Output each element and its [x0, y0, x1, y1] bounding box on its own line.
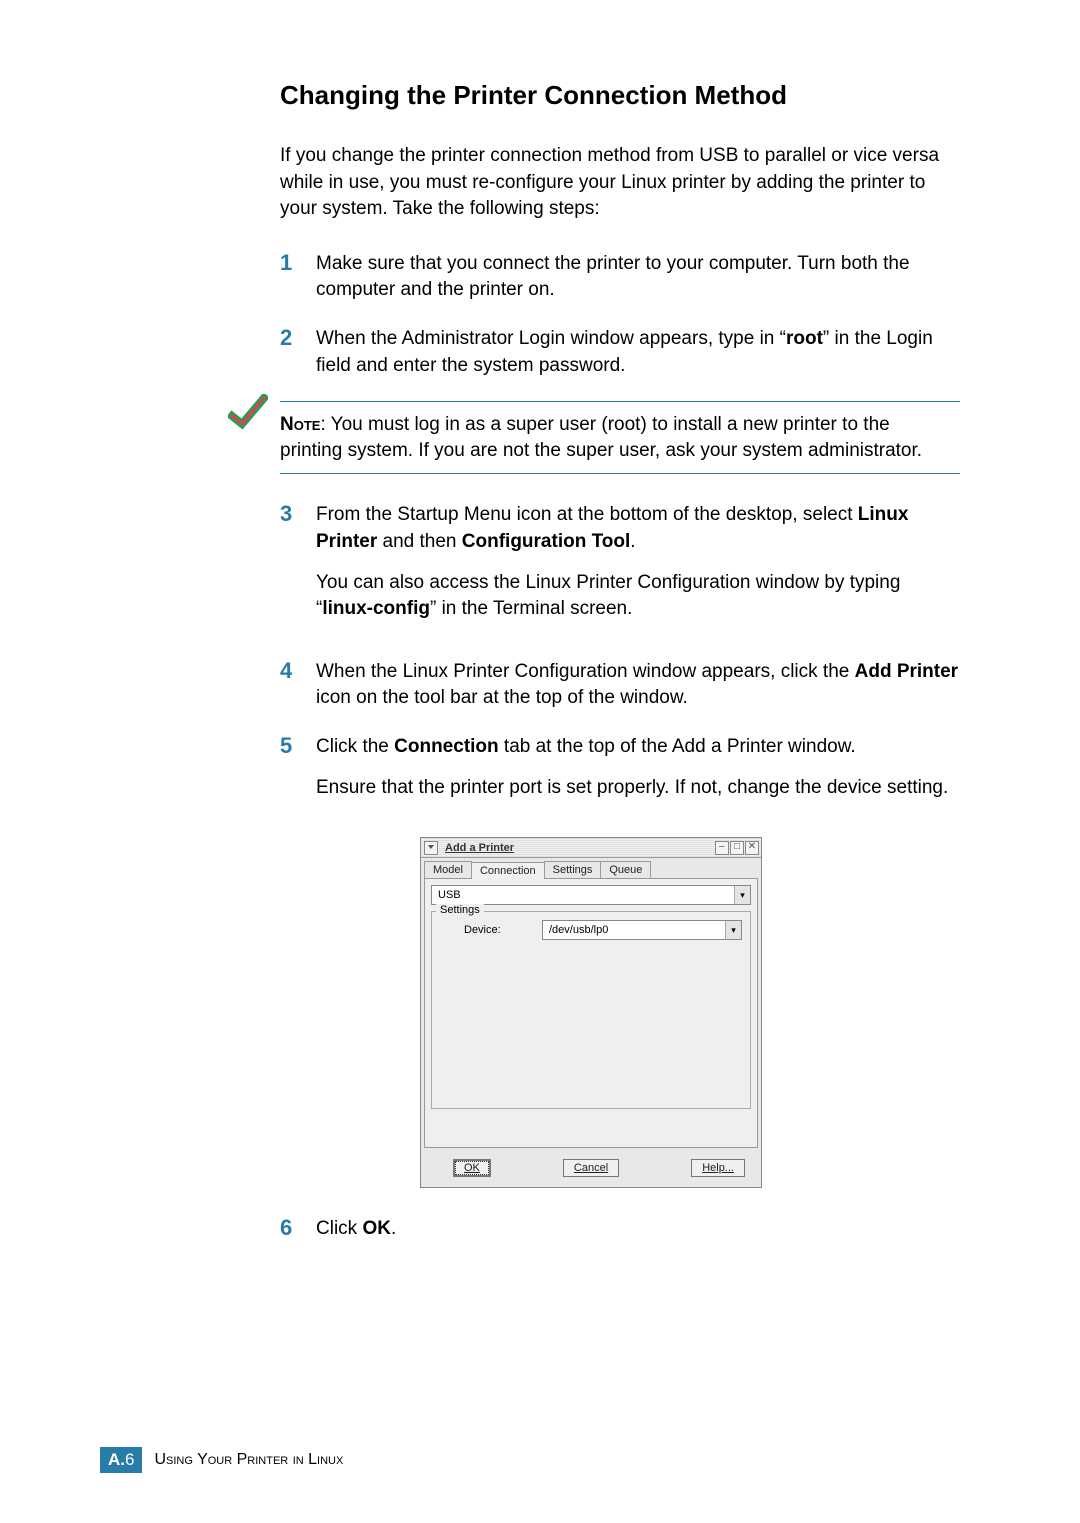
tabs: Model Connection Settings Queue [421, 858, 761, 878]
bold-configuration-tool: Configuration Tool [462, 531, 631, 552]
dialog-figure: Add a Printer – □ ✕ Model Connection Set… [420, 837, 980, 1188]
step-5: 5 Click the Connection tab at the top of… [280, 734, 960, 815]
step-4: 4 When the Linux Printer Configuration w… [280, 659, 960, 712]
ok-button[interactable]: OK [453, 1159, 491, 1177]
text-fragment: icon on the tool bar at the top of the w… [316, 687, 688, 708]
text-fragment: . [391, 1218, 396, 1239]
tab-panel: USB ▾ Settings Device: /dev/usb/lp0 ▾ [424, 878, 758, 1148]
tab-model[interactable]: Model [424, 861, 472, 878]
text-fragment: and then [377, 531, 462, 552]
help-button[interactable]: Help... [691, 1159, 745, 1177]
note-label: Note [280, 414, 320, 435]
chevron-down-icon: ▾ [734, 886, 750, 904]
text-fragment: Click the [316, 736, 394, 757]
badge-letter: A. [108, 1450, 125, 1469]
text-fragment: . [630, 531, 635, 552]
step-number: 6 [280, 1216, 312, 1243]
text-fragment: Ensure that the printer port is set prop… [316, 775, 960, 802]
port-combo-value: USB [438, 889, 461, 901]
add-printer-dialog: Add a Printer – □ ✕ Model Connection Set… [420, 837, 762, 1188]
page-badge: A.6 [100, 1447, 142, 1473]
bold-ok: OK [362, 1218, 391, 1239]
step-number: 5 [280, 734, 312, 815]
step-2: 2 When the Administrator Login window ap… [280, 326, 960, 379]
bold-linux-config: linux-config [322, 598, 430, 619]
step-text: Make sure that you connect the printer t… [316, 251, 960, 304]
bold-add-printer: Add Printer [855, 661, 958, 682]
port-combo[interactable]: USB ▾ [431, 885, 751, 905]
cancel-button[interactable]: Cancel [563, 1159, 619, 1177]
step-number: 3 [280, 502, 312, 636]
checkmark-icon [228, 394, 268, 434]
step-number: 1 [280, 251, 312, 304]
tab-queue[interactable]: Queue [600, 861, 651, 878]
step-6: 6 Click OK. [280, 1216, 960, 1243]
titlebar: Add a Printer – □ ✕ [421, 838, 761, 858]
footer-section-title: Using Your Printer in Linux [142, 1447, 343, 1473]
note-text: Note: You must log in as a super user (r… [280, 412, 930, 463]
text-fragment: : You must log in as a super user (root)… [280, 414, 922, 461]
step-1: 1 Make sure that you connect the printer… [280, 251, 960, 304]
minimize-icon[interactable]: – [715, 841, 729, 855]
maximize-icon[interactable]: □ [730, 841, 744, 855]
badge-num: 6 [125, 1450, 134, 1469]
bold-root: root [786, 328, 823, 349]
device-label: Device: [440, 924, 530, 936]
text-fragment: tab at the top of the Add a Printer wind… [499, 736, 856, 757]
step-text: Click the Connection tab at the top of t… [316, 734, 960, 815]
step-text: When the Administrator Login window appe… [316, 326, 960, 379]
intro-paragraph: If you change the printer connection met… [280, 143, 960, 223]
tab-settings[interactable]: Settings [544, 861, 602, 878]
text-fragment: When the Linux Printer Configuration win… [316, 661, 855, 682]
close-icon[interactable]: ✕ [745, 841, 759, 855]
text-fragment: Click [316, 1218, 362, 1239]
text-fragment: ” in the Terminal screen. [430, 598, 632, 619]
dialog-buttons: OK Cancel Help... [421, 1151, 761, 1187]
page-footer: A.6 Using Your Printer in Linux [100, 1447, 343, 1473]
step-text: When the Linux Printer Configuration win… [316, 659, 960, 712]
step-text: Click OK. [316, 1216, 960, 1243]
fieldset-legend: Settings [436, 904, 484, 916]
note-block: Note: You must log in as a super user (r… [280, 401, 960, 474]
chevron-down-icon: ▾ [725, 921, 741, 939]
text-fragment: When the Administrator Login window appe… [316, 328, 786, 349]
step-text: From the Startup Menu icon at the bottom… [316, 502, 960, 636]
settings-fieldset: Settings Device: /dev/usb/lp0 ▾ [431, 911, 751, 1109]
bold-connection: Connection [394, 736, 499, 757]
step-3: 3 From the Startup Menu icon at the bott… [280, 502, 960, 636]
device-combo[interactable]: /dev/usb/lp0 ▾ [542, 920, 742, 940]
text-fragment: From the Startup Menu icon at the bottom… [316, 504, 858, 525]
section-heading: Changing the Printer Connection Method [280, 80, 980, 111]
tab-connection[interactable]: Connection [471, 862, 545, 879]
step-number: 4 [280, 659, 312, 712]
device-combo-value: /dev/usb/lp0 [549, 924, 608, 936]
window-title: Add a Printer [441, 842, 514, 854]
window-menu-icon[interactable] [424, 841, 438, 855]
step-number: 2 [280, 326, 312, 379]
